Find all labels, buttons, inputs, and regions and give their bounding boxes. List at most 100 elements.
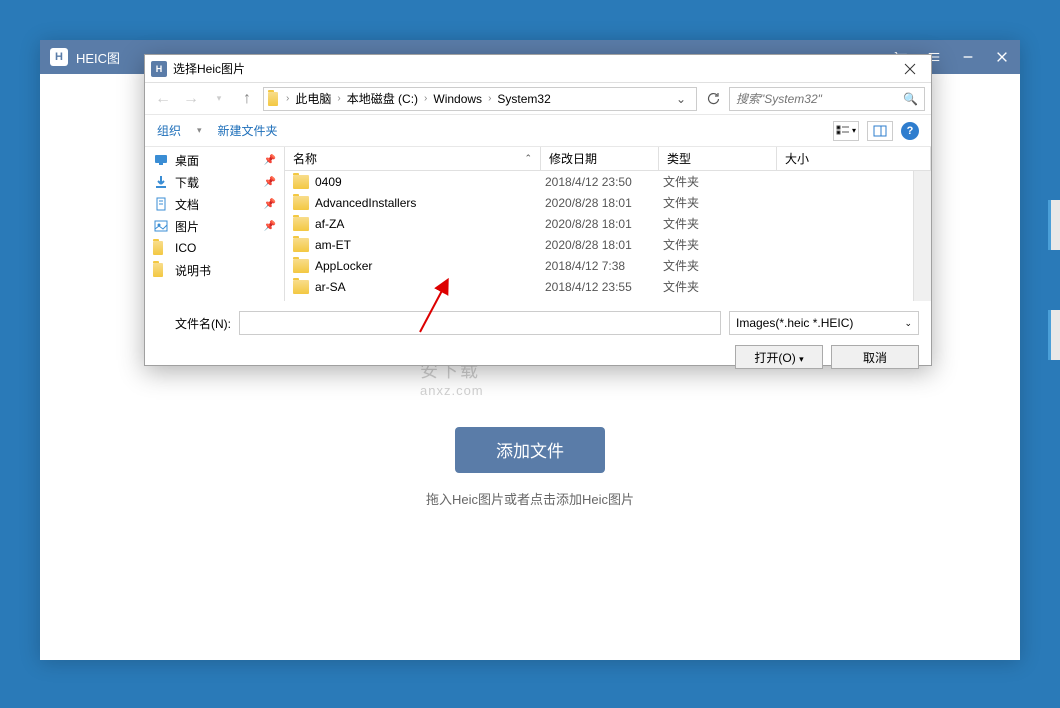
file-name: 0409 bbox=[315, 175, 545, 189]
dialog-content: 桌面📌下载📌文档📌图片📌ICO说明书 名称⌃ 修改日期 类型 大小 040920… bbox=[145, 147, 931, 301]
file-name: AdvancedInstallers bbox=[315, 196, 545, 210]
nav-forward-icon[interactable]: → bbox=[179, 87, 203, 111]
sidebar-item-label: 桌面 bbox=[175, 152, 199, 169]
column-header-name[interactable]: 名称⌃ bbox=[285, 147, 541, 170]
nav-back-icon[interactable]: ← bbox=[151, 87, 175, 111]
search-input[interactable] bbox=[736, 92, 903, 106]
file-date: 2020/8/28 18:01 bbox=[545, 196, 663, 210]
folder-icon bbox=[153, 240, 169, 256]
folder-icon bbox=[293, 259, 309, 273]
breadcrumb-item[interactable]: 本地磁盘 (C:) bbox=[343, 90, 422, 107]
folder-icon bbox=[153, 262, 169, 278]
dialog-toolbar: 组织 ▾ 新建文件夹 ▾ ? bbox=[145, 115, 931, 147]
column-header-date[interactable]: 修改日期 bbox=[541, 147, 659, 170]
column-header-size[interactable]: 大小 bbox=[777, 147, 931, 170]
refresh-icon[interactable] bbox=[701, 87, 725, 111]
breadcrumb-item[interactable]: 此电脑 bbox=[291, 90, 335, 107]
column-header-type[interactable]: 类型 bbox=[659, 147, 777, 170]
sidebar-item-ICO[interactable]: ICO bbox=[149, 237, 280, 259]
file-row[interactable]: AdvancedInstallers2020/8/28 18:01文件夹 bbox=[285, 192, 913, 213]
help-icon[interactable]: ? bbox=[901, 122, 919, 140]
scrollbar-vertical[interactable] bbox=[913, 171, 931, 301]
preview-pane-button[interactable] bbox=[867, 121, 893, 141]
sidebar-item-下载[interactable]: 下载 📌 bbox=[149, 171, 280, 193]
sidebar: 桌面 📌 下载 📌 文档 📌 图片📌ICO 说明书 bbox=[145, 147, 285, 301]
organize-menu[interactable]: 组织 bbox=[157, 122, 181, 139]
file-list[interactable]: 04092018/4/12 23:50文件夹AdvancedInstallers… bbox=[285, 171, 913, 301]
add-file-button[interactable]: 添加文件 bbox=[455, 427, 605, 473]
file-row[interactable]: 04092018/4/12 23:50文件夹 bbox=[285, 171, 913, 192]
app-logo-icon: H bbox=[50, 48, 68, 66]
dialog-icon: H bbox=[151, 61, 167, 77]
hint-text: 拖入Heic图片或者点击添加Heic图片 bbox=[426, 489, 634, 508]
sidebar-item-桌面[interactable]: 桌面 📌 bbox=[149, 149, 280, 171]
minimize-icon[interactable] bbox=[960, 49, 976, 65]
taskbar-button-2[interactable] bbox=[1048, 310, 1060, 360]
filename-label: 文件名(N): bbox=[157, 315, 231, 332]
dialog-close-button[interactable] bbox=[895, 57, 925, 81]
sort-arrow-icon: ⌃ bbox=[524, 153, 532, 164]
breadcrumb[interactable]: › 此电脑› 本地磁盘 (C:)› Windows› System32 ⌄ bbox=[263, 87, 697, 111]
dialog-navbar: ← → ▾ ↑ › 此电脑› 本地磁盘 (C:)› Windows› Syste… bbox=[145, 83, 931, 115]
cancel-button[interactable]: 取消 bbox=[831, 345, 919, 369]
taskbar-app-buttons bbox=[1048, 200, 1060, 360]
sidebar-item-说明书[interactable]: 说明书 bbox=[149, 259, 280, 281]
view-mode-button[interactable]: ▾ bbox=[833, 121, 859, 141]
breadcrumb-item[interactable]: System32 bbox=[493, 92, 554, 106]
file-row[interactable]: af-ZA2020/8/28 18:01文件夹 bbox=[285, 213, 913, 234]
filename-input[interactable] bbox=[239, 311, 721, 335]
file-row[interactable]: am-ET2020/8/28 18:01文件夹 bbox=[285, 234, 913, 255]
view-controls: ▾ ? bbox=[833, 121, 919, 141]
file-name: af-ZA bbox=[315, 217, 545, 231]
file-row[interactable]: ar-SA2018/4/12 23:55文件夹 bbox=[285, 276, 913, 297]
dialog-titlebar: H 选择Heic图片 bbox=[145, 55, 931, 83]
taskbar-button-1[interactable] bbox=[1048, 200, 1060, 250]
file-date: 2020/8/28 18:01 bbox=[545, 217, 663, 231]
file-date: 2018/4/12 23:55 bbox=[545, 280, 663, 294]
breadcrumb-item[interactable]: Windows bbox=[429, 92, 486, 106]
sidebar-item-label: 文档 bbox=[175, 196, 199, 213]
chevron-down-icon[interactable]: ⌄ bbox=[676, 92, 692, 106]
picture-icon bbox=[153, 218, 169, 234]
file-name: ar-SA bbox=[315, 280, 545, 294]
folder-icon bbox=[293, 280, 309, 294]
pin-icon: 📌 bbox=[264, 155, 276, 166]
close-icon[interactable] bbox=[994, 49, 1010, 65]
folder-icon bbox=[268, 91, 284, 107]
document-icon bbox=[153, 196, 169, 212]
search-box[interactable]: 🔍 bbox=[729, 87, 925, 111]
file-type: 文件夹 bbox=[663, 173, 781, 190]
file-date: 2018/4/12 7:38 bbox=[545, 259, 663, 273]
desktop-icon bbox=[153, 152, 169, 168]
new-folder-button[interactable]: 新建文件夹 bbox=[218, 122, 278, 139]
file-type: 文件夹 bbox=[663, 236, 781, 253]
file-name: AppLocker bbox=[315, 259, 545, 273]
file-date: 2020/8/28 18:01 bbox=[545, 238, 663, 252]
file-area: 名称⌃ 修改日期 类型 大小 04092018/4/12 23:50文件夹Adv… bbox=[285, 147, 931, 301]
sidebar-item-label: 说明书 bbox=[175, 262, 211, 279]
folder-icon bbox=[293, 196, 309, 210]
folder-icon bbox=[293, 217, 309, 231]
pin-icon: 📌 bbox=[264, 199, 276, 210]
filter-text: Images(*.heic *.HEIC) bbox=[736, 316, 853, 330]
pin-icon: 📌 bbox=[264, 177, 276, 188]
file-type: 文件夹 bbox=[663, 215, 781, 232]
folder-icon bbox=[293, 175, 309, 189]
sidebar-item-label: 下载 bbox=[175, 174, 199, 191]
sidebar-item-label: 图片 bbox=[175, 218, 199, 235]
file-open-dialog: H 选择Heic图片 ← → ▾ ↑ › 此电脑› 本地磁盘 (C:)› Win… bbox=[144, 54, 932, 366]
chevron-down-icon: ⌄ bbox=[904, 318, 912, 329]
nav-recent-icon[interactable]: ▾ bbox=[207, 87, 231, 111]
nav-up-icon[interactable]: ↑ bbox=[235, 87, 259, 111]
file-type: 文件夹 bbox=[663, 278, 781, 295]
dialog-title: 选择Heic图片 bbox=[173, 60, 895, 77]
sidebar-item-文档[interactable]: 文档 📌 bbox=[149, 193, 280, 215]
file-row[interactable]: AppLocker2018/4/12 7:38文件夹 bbox=[285, 255, 913, 276]
open-button[interactable]: 打开(O) ▾ bbox=[735, 345, 823, 369]
sidebar-item-图片[interactable]: 图片📌 bbox=[149, 215, 280, 237]
search-icon[interactable]: 🔍 bbox=[903, 92, 918, 106]
file-list-header: 名称⌃ 修改日期 类型 大小 bbox=[285, 147, 931, 171]
file-name: am-ET bbox=[315, 238, 545, 252]
folder-icon bbox=[293, 238, 309, 252]
file-type-filter[interactable]: Images(*.heic *.HEIC) ⌄ bbox=[729, 311, 919, 335]
